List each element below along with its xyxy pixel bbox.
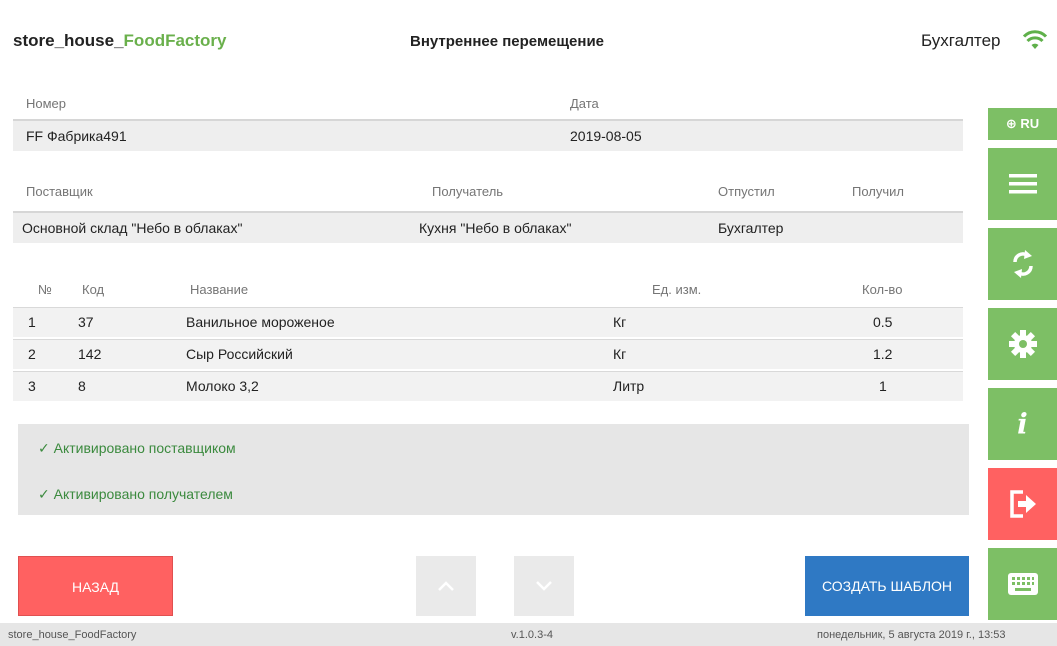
receiver-label: Получатель xyxy=(432,184,504,199)
footer-datetime: понедельник, 5 августа 2019 г., 13:53 xyxy=(817,629,1006,641)
row-code: 37 xyxy=(78,314,94,330)
menu-button[interactable] xyxy=(988,148,1057,220)
logout-button[interactable] xyxy=(988,468,1057,540)
row-code: 8 xyxy=(78,378,86,394)
released-label: Отпустил xyxy=(718,184,775,199)
supplier-value: Основной склад "Небо в облаках" xyxy=(22,220,243,236)
row-name: Молоко 3,2 xyxy=(186,378,259,394)
activation-status-panel: ✓ Активировано поставщиком ✓ Активирован… xyxy=(18,424,969,515)
row-unit: Кг xyxy=(613,346,627,362)
table-row[interactable]: 3 8 Молоко 3,2 Литр 1 xyxy=(13,371,963,401)
keyboard-icon xyxy=(1007,573,1038,595)
number-label: Номер xyxy=(26,96,67,111)
sync-button[interactable] xyxy=(988,228,1057,300)
scroll-up-button[interactable] xyxy=(416,556,476,616)
table-row[interactable]: 1 37 Ванильное мороженое Кг 0.5 xyxy=(13,307,963,337)
back-button[interactable]: НАЗАД xyxy=(18,556,173,616)
row-qty: 1.2 xyxy=(873,346,893,362)
footer-version: v.1.0.3-4 xyxy=(511,629,553,641)
create-template-button[interactable]: СОЗДАТЬ ШАБЛОН xyxy=(805,556,969,616)
info-button[interactable]: i xyxy=(988,388,1057,460)
row-number: 3 xyxy=(28,378,36,394)
col-header-number: № xyxy=(38,282,52,297)
receiver-activated-status: ✓ Активировано получателем xyxy=(38,486,233,502)
row-number: 1 xyxy=(28,314,36,330)
col-header-name: Название xyxy=(190,282,249,297)
row-unit: Литр xyxy=(613,378,645,394)
footer-app-name: store_house_FoodFactory xyxy=(8,629,137,641)
settings-button[interactable] xyxy=(988,308,1057,380)
col-header-code: Код xyxy=(82,282,105,297)
keyboard-button[interactable] xyxy=(988,548,1057,620)
status-bar: store_house_FoodFactory v.1.0.3-4 понеде… xyxy=(0,623,1057,646)
app-title-accent: FoodFactory xyxy=(123,31,227,50)
menu-icon xyxy=(1008,174,1037,194)
sync-icon xyxy=(1012,250,1033,278)
row-qty: 0.5 xyxy=(873,314,893,330)
wifi-icon xyxy=(1023,30,1047,49)
table-row[interactable]: 2 142 Сыр Российский Кг 1.2 xyxy=(13,339,963,369)
current-user: Бухгалтер xyxy=(921,31,1001,50)
number-date-row xyxy=(13,119,963,151)
gear-icon xyxy=(1008,330,1037,358)
date-value: 2019-08-05 xyxy=(570,128,642,144)
logout-icon xyxy=(1009,490,1036,518)
app-title: store_house_FoodFactory xyxy=(13,31,227,51)
col-header-qty: Кол-во xyxy=(862,282,903,297)
date-label: Дата xyxy=(570,96,599,111)
info-icon: i xyxy=(1017,407,1028,441)
col-header-unit: Ед. изм. xyxy=(652,282,702,297)
app-title-prefix: store_house_ xyxy=(13,31,124,50)
supplier-label: Поставщик xyxy=(26,184,93,199)
page-title: Внутреннее перемещение xyxy=(410,33,605,50)
row-qty: 1 xyxy=(879,378,887,394)
row-name: Сыр Российский xyxy=(186,346,293,362)
chevron-down-icon xyxy=(536,581,552,591)
receiver-value: Кухня "Небо в облаках" xyxy=(419,220,572,236)
released-value: Бухгалтер xyxy=(718,220,784,236)
row-name: Ванильное мороженое xyxy=(186,314,335,330)
row-number: 2 xyxy=(28,346,36,362)
chevron-up-icon xyxy=(438,581,454,591)
top-bar: store_house_FoodFactory Внутреннее перем… xyxy=(0,0,1057,68)
supplier-activated-status: ✓ Активировано поставщиком xyxy=(38,440,236,456)
received-label: Получил xyxy=(852,184,904,199)
number-value: FF Фабрика491 xyxy=(26,128,127,144)
scroll-down-button[interactable] xyxy=(514,556,574,616)
row-unit: Кг xyxy=(613,314,627,330)
row-code: 142 xyxy=(78,346,102,362)
language-button[interactable]: ⊕ RU xyxy=(988,108,1057,140)
